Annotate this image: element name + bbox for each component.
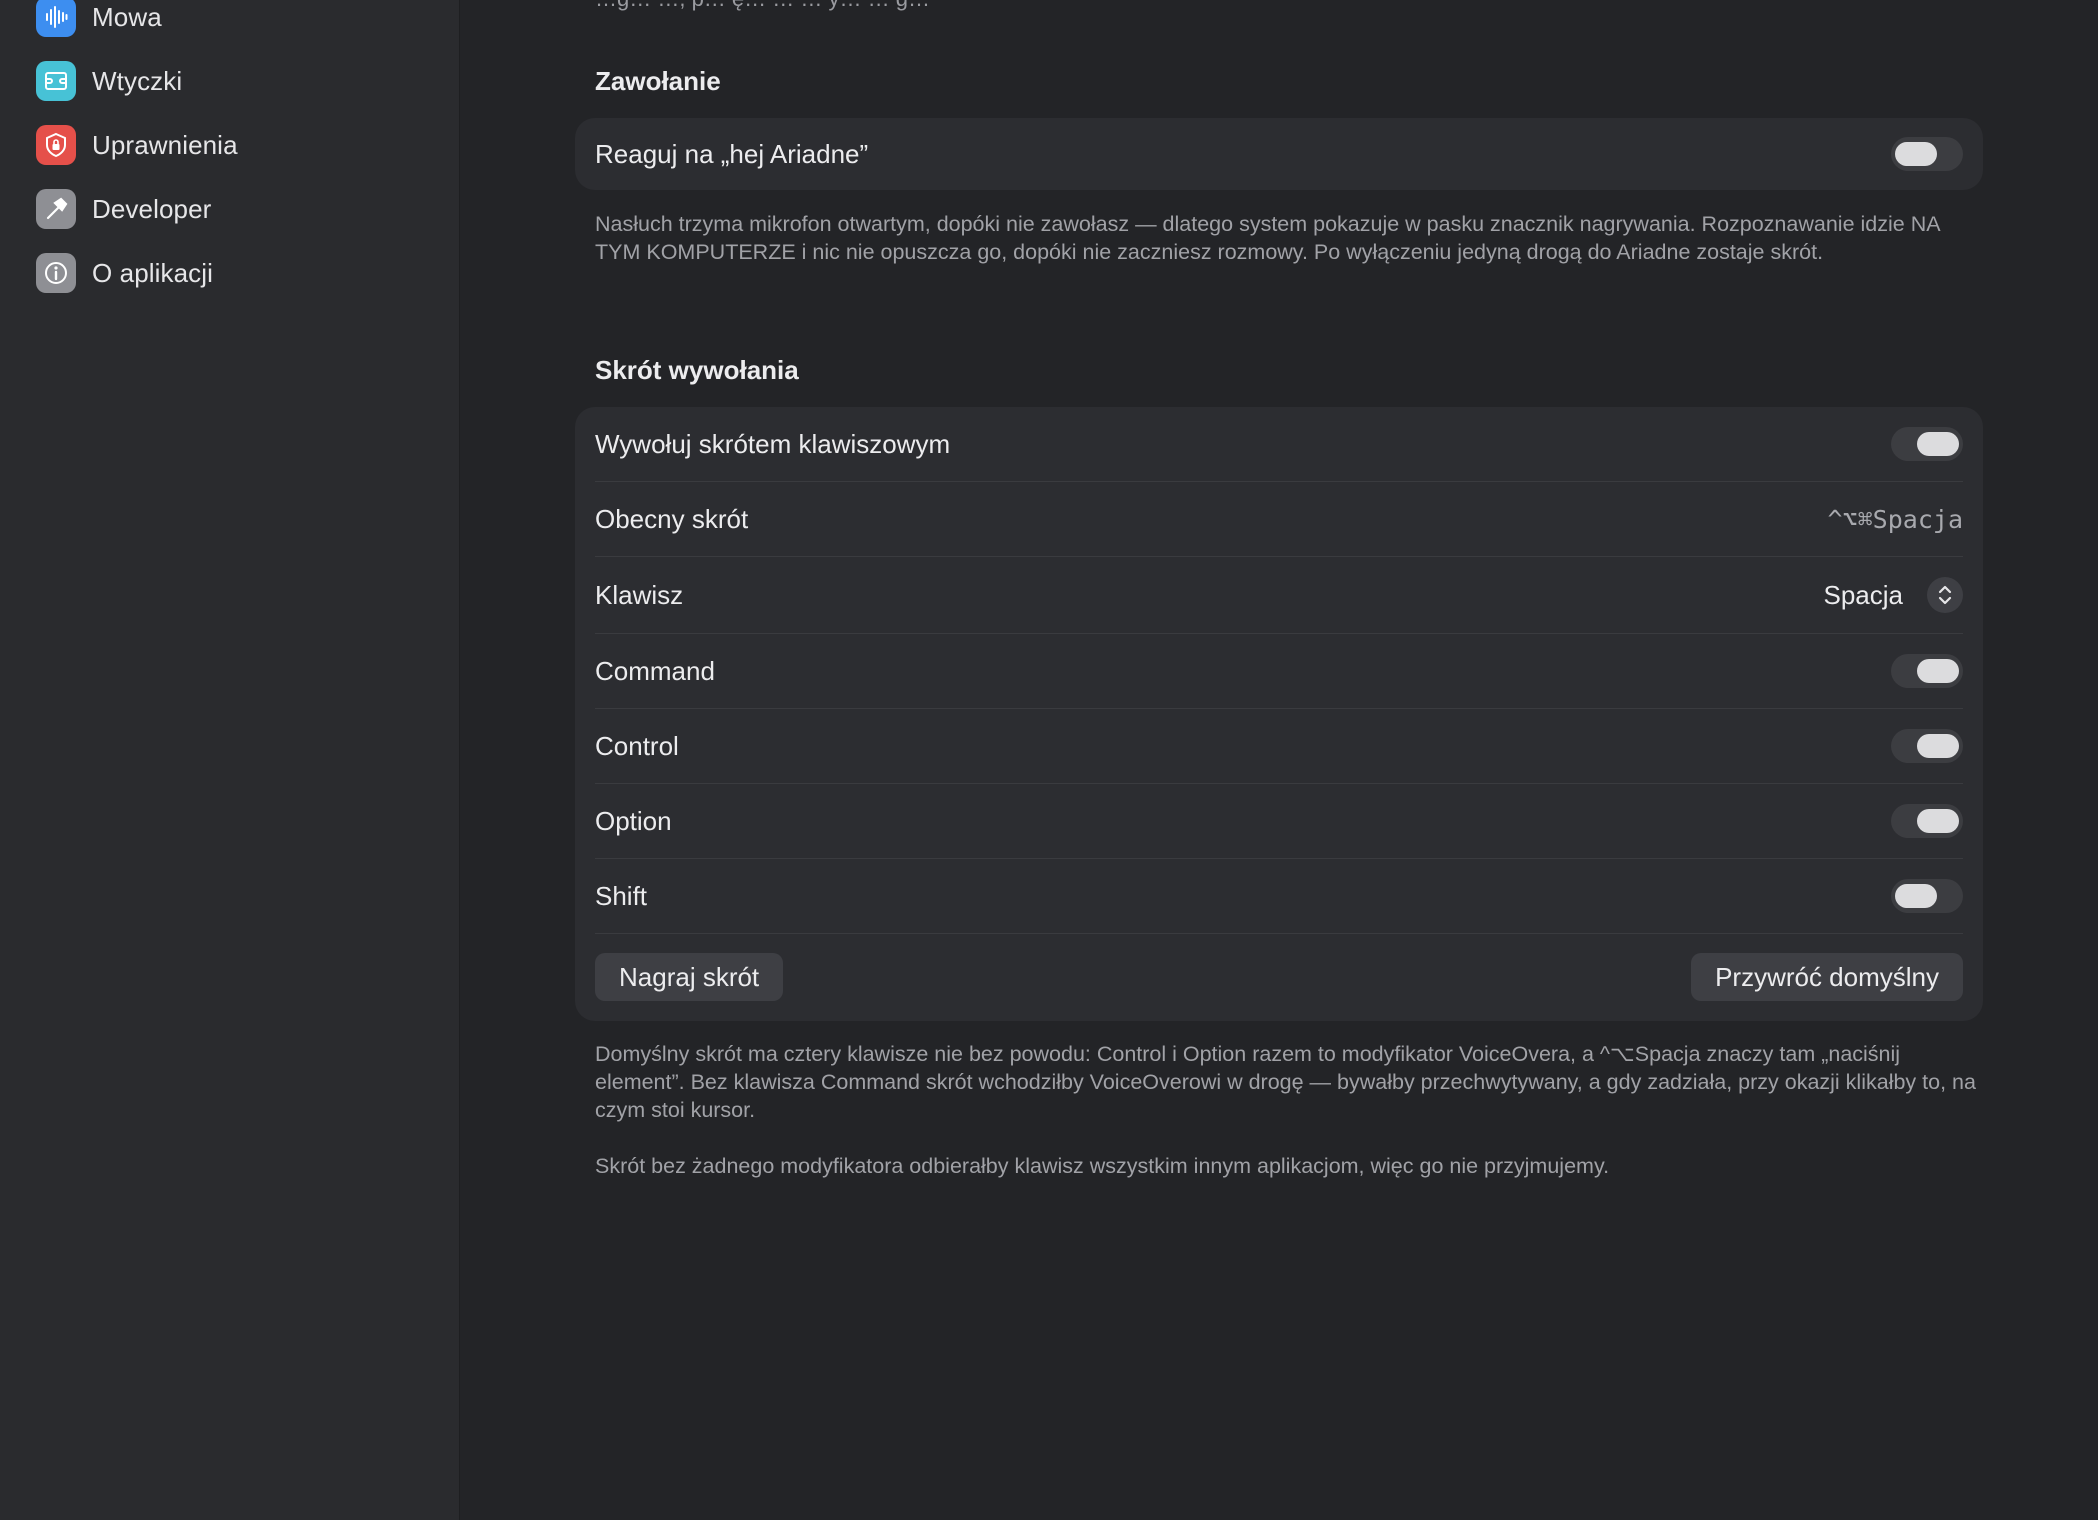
invocation-card: Reaguj na „hej Ariadne”	[575, 118, 1983, 190]
wake-word-toggle[interactable]	[1891, 137, 1963, 171]
wake-word-row: Reaguj na „hej Ariadne”	[595, 118, 1963, 190]
sidebar: Mowa Wtyczki Uprawnienia Developer O apl…	[0, 0, 460, 1520]
key-select-value: Spacja	[1823, 579, 1904, 610]
sidebar-item-wtyczki[interactable]: Wtyczki	[36, 56, 436, 106]
sidebar-item-label: Uprawnienia	[92, 129, 238, 160]
record-shortcut-button[interactable]: Nagraj skrót	[595, 953, 784, 1001]
info-icon	[36, 253, 76, 293]
shortcut-enable-toggle[interactable]	[1891, 427, 1963, 461]
wake-word-label: Reaguj na „hej Ariadne”	[595, 138, 869, 169]
modifier-control-label: Control	[595, 730, 679, 761]
toggle-knob	[1917, 432, 1959, 456]
current-shortcut-value: ^⌥⌘Spacja	[1827, 504, 1963, 534]
modifier-command-row: Command	[595, 634, 1963, 708]
toggle-knob	[1917, 809, 1959, 833]
shortcut-enable-row: Wywołuj skrótem klawiszowym	[595, 407, 1963, 481]
modifier-shift-label: Shift	[595, 880, 648, 911]
sidebar-item-label: Wtyczki	[92, 65, 183, 96]
sidebar-item-label: Mowa	[92, 1, 162, 32]
modifier-control-row: Control	[595, 709, 1963, 783]
sidebar-item-developer[interactable]: Developer	[36, 184, 436, 234]
toggle-knob	[1895, 884, 1937, 908]
modifier-command-label: Command	[595, 655, 715, 686]
shield-lock-icon	[36, 125, 76, 165]
shortcut-card: Wywołuj skrótem klawiszowym Obecny skrót…	[575, 407, 1983, 1021]
sidebar-item-o-aplikacji[interactable]: O aplikacji	[36, 248, 436, 298]
modifier-control-toggle[interactable]	[1891, 729, 1963, 763]
settings-content: …g… …, p… ę… … … y… … g… Zawołanie Reagu…	[460, 0, 2098, 1520]
modifier-option-row: Option	[595, 784, 1963, 858]
shortcut-help-text: Domyślny skrót ma cztery klawisze nie be…	[595, 1042, 1976, 1122]
current-shortcut-row: Obecny skrót ^⌥⌘Spacja	[595, 482, 1963, 556]
modifier-option-label: Option	[595, 805, 672, 836]
key-label: Klawisz	[595, 579, 684, 610]
invocation-help-text: Nasłuch trzyma mikrofon otwartym, dopóki…	[595, 212, 1940, 264]
shortcut-modifier-help-text: Skrót bez żadnego modyfikatora odbierałb…	[595, 1154, 1610, 1178]
chevron-up-down-icon[interactable]	[1927, 577, 1963, 613]
sidebar-item-label: O aplikacji	[92, 257, 214, 288]
settings-window: Mowa Wtyczki Uprawnienia Developer O apl…	[0, 0, 2098, 1520]
modifier-command-toggle[interactable]	[1891, 654, 1963, 688]
sidebar-item-uprawnienia[interactable]: Uprawnienia	[36, 120, 436, 170]
sidebar-item-mowa[interactable]: Mowa	[36, 0, 436, 42]
current-shortcut-label: Obecny skrót	[595, 503, 749, 534]
reset-shortcut-button[interactable]: Przywróć domyślny	[1691, 953, 1963, 1001]
key-row: Klawisz Spacja	[595, 557, 1963, 633]
sidebar-item-label: Developer	[92, 193, 212, 224]
plugin-icon	[36, 61, 76, 101]
key-select[interactable]: Spacja	[1823, 577, 1963, 613]
section-title-invocation: Zawołanie	[595, 66, 721, 96]
modifier-option-toggle[interactable]	[1891, 804, 1963, 838]
waveform-icon	[36, 0, 76, 37]
shortcut-enable-label: Wywołuj skrótem klawiszowym	[595, 428, 951, 459]
toggle-knob	[1917, 659, 1959, 683]
modifier-shift-toggle[interactable]	[1891, 879, 1963, 913]
section-title-shortcut: Skrót wywołania	[595, 355, 799, 385]
row-divider	[595, 933, 1963, 934]
toggle-knob	[1895, 142, 1937, 166]
clipped-help-text: …g… …, p… ę… … … y… … g…	[595, 0, 1295, 12]
toggle-knob	[1917, 734, 1959, 758]
hammer-icon	[36, 189, 76, 229]
modifier-shift-row: Shift	[595, 859, 1963, 933]
